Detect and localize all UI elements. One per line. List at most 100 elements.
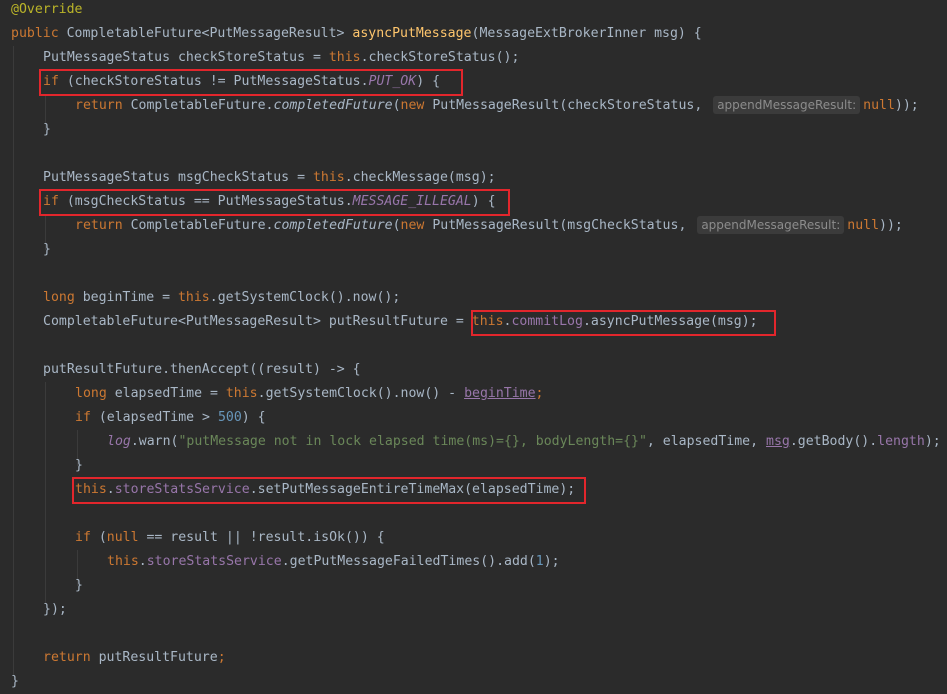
code-text: . — [138, 554, 147, 569]
code-line-8[interactable]: PutMessageStatus msgCheckStatus = this.c… — [43, 166, 496, 190]
keyword-long: long — [75, 386, 107, 401]
code-text: ) { — [471, 194, 496, 209]
code-text: ); — [543, 554, 560, 569]
code-text: PutMessageResult(msgCheckStatus, — [424, 218, 695, 233]
code-line-28[interactable]: return putResultFuture; — [43, 646, 226, 670]
field-commitlog: commitLog — [511, 314, 583, 329]
constant-put-ok: PUT_OK — [368, 74, 417, 89]
code-line-2[interactable]: public CompletableFuture<PutMessageResul… — [11, 22, 702, 46]
field-storestatsservice: storeStatsService — [146, 554, 282, 569]
code-text: PutMessageStatus checkStoreStatus = — [43, 50, 329, 65]
field-length: length — [877, 434, 925, 449]
keyword-null: null — [863, 98, 895, 113]
code-line-24[interactable]: this.storeStatsService.getPutMessageFail… — [107, 550, 560, 574]
static-field-log: log — [107, 434, 131, 449]
captured-variable: msg — [766, 434, 790, 449]
code-line-10[interactable]: return CompletableFuture.completedFuture… — [75, 214, 903, 238]
keyword-null: null — [106, 530, 139, 545]
indent-guide — [45, 382, 46, 604]
code-line-29[interactable]: } — [11, 670, 19, 694]
static-method: completedFuture — [273, 98, 393, 113]
code-text: .setPutMessageEntireTimeMax(elapsedTime)… — [249, 482, 576, 497]
code-text: .checkMessage(msg); — [344, 170, 496, 185]
code-line-9[interactable]: if (msgCheckStatus == PutMessageStatus.M… — [43, 190, 496, 214]
indent-guide — [13, 46, 14, 676]
number-literal: 1 — [535, 554, 544, 569]
code-text: .getPutMessageFailedTimes().add( — [281, 554, 536, 569]
return-type: CompletableFuture<PutMessageResult> — [58, 26, 353, 41]
captured-variable: beginTime — [464, 386, 536, 401]
keyword-this: this — [225, 386, 258, 401]
code-line-19[interactable]: log.warn("putMessage not in lock elapsed… — [107, 430, 941, 454]
code-line-26[interactable]: }); — [43, 598, 67, 622]
code-text: .warn( — [130, 434, 179, 449]
keyword-null: null — [847, 218, 880, 233]
code-line-4[interactable]: if (checkStoreStatus != PutMessageStatus… — [43, 70, 440, 94]
method-params: (MessageExtBrokerInner msg) { — [471, 26, 702, 41]
code-text: (msgCheckStatus == PutMessageStatus. — [58, 194, 353, 209]
keyword-public: public — [11, 26, 59, 41]
keyword-this: this — [312, 170, 345, 185]
code-line-3[interactable]: PutMessageStatus checkStoreStatus = this… — [43, 46, 519, 70]
code-text: .getSystemClock().now(); — [209, 290, 401, 305]
keyword-this: this — [107, 554, 139, 569]
keyword-new: new — [400, 218, 425, 233]
field-storestatsservice: storeStatsService — [114, 482, 250, 497]
keyword-if: if — [75, 530, 91, 545]
code-text: CompletableFuture<PutMessageResult> putR… — [43, 314, 472, 329]
code-line-17[interactable]: long elapsedTime = this.getSystemClock()… — [75, 382, 543, 406]
keyword-return: return — [75, 98, 123, 113]
code-text: ( — [392, 218, 401, 233]
keyword-if: if — [43, 74, 59, 89]
code-text: )); — [879, 218, 903, 233]
keyword-this: this — [328, 50, 361, 65]
closing-brace: } — [75, 458, 83, 473]
keyword-if: if — [75, 410, 91, 425]
code-line-13[interactable]: long beginTime = this.getSystemClock().n… — [43, 286, 400, 310]
code-text: ( — [392, 98, 401, 113]
code-text: ) { — [416, 74, 441, 89]
parameter-hint: appendMessageResult: — [713, 96, 861, 114]
keyword-this: this — [177, 290, 210, 305]
code-text: (checkStoreStatus != PutMessageStatus. — [58, 74, 369, 89]
code-line-14[interactable]: CompletableFuture<PutMessageResult> putR… — [43, 310, 758, 334]
keyword-long: long — [43, 290, 75, 305]
code-text: , elapsedTime, — [646, 434, 766, 449]
method-name: asyncPutMessage — [352, 26, 472, 41]
keyword-return: return — [75, 218, 123, 233]
code-text: beginTime = — [74, 290, 178, 305]
keyword-return: return — [43, 650, 91, 665]
code-line-16[interactable]: putResultFuture.thenAccept((result) -> { — [43, 358, 361, 382]
keyword-if: if — [43, 194, 59, 209]
code-line-18[interactable]: if (elapsedTime > 500) { — [75, 406, 266, 430]
code-text: ) { — [241, 410, 266, 425]
closing-brace: } — [43, 242, 51, 257]
code-line-1[interactable]: @Override — [11, 0, 82, 22]
code-text: PutMessageStatus msgCheckStatus = — [43, 170, 313, 185]
static-method: completedFuture — [273, 218, 393, 233]
code-text: .checkStoreStatus(); — [360, 50, 520, 65]
code-line-21[interactable]: this.storeStatsService.setPutMessageEnti… — [75, 478, 575, 502]
code-text: ; — [217, 650, 226, 665]
code-text: CompletableFuture. — [122, 98, 274, 113]
code-line-5[interactable]: return CompletableFuture.completedFuture… — [75, 94, 919, 118]
keyword-new: new — [400, 98, 425, 113]
code-editor[interactable]: @Override public CompletableFuture<PutMe… — [0, 0, 947, 689]
parameter-hint: appendMessageResult: — [697, 216, 845, 234]
code-line-6[interactable]: } — [43, 118, 51, 142]
code-text: putResultFuture — [90, 650, 218, 665]
closing-brace: } — [11, 674, 19, 689]
code-text: elapsedTime = — [106, 386, 226, 401]
code-text: )); — [894, 98, 919, 113]
override-annotation: @Override — [11, 2, 83, 17]
code-text: ); — [924, 434, 941, 449]
code-text: PutMessageResult(checkStoreStatus, — [424, 98, 711, 113]
code-line-23[interactable]: if (null == result || !result.isOk()) { — [75, 526, 385, 550]
code-line-20[interactable]: } — [75, 454, 83, 478]
string-literal: "putMessage not in lock elapsed time(ms)… — [178, 434, 647, 449]
code-line-11[interactable]: } — [43, 238, 51, 262]
code-line-25[interactable]: } — [75, 574, 83, 598]
code-text: ( — [90, 530, 107, 545]
code-text: ; — [535, 386, 544, 401]
code-text: putResultFuture.thenAccept((result) -> { — [43, 362, 361, 377]
